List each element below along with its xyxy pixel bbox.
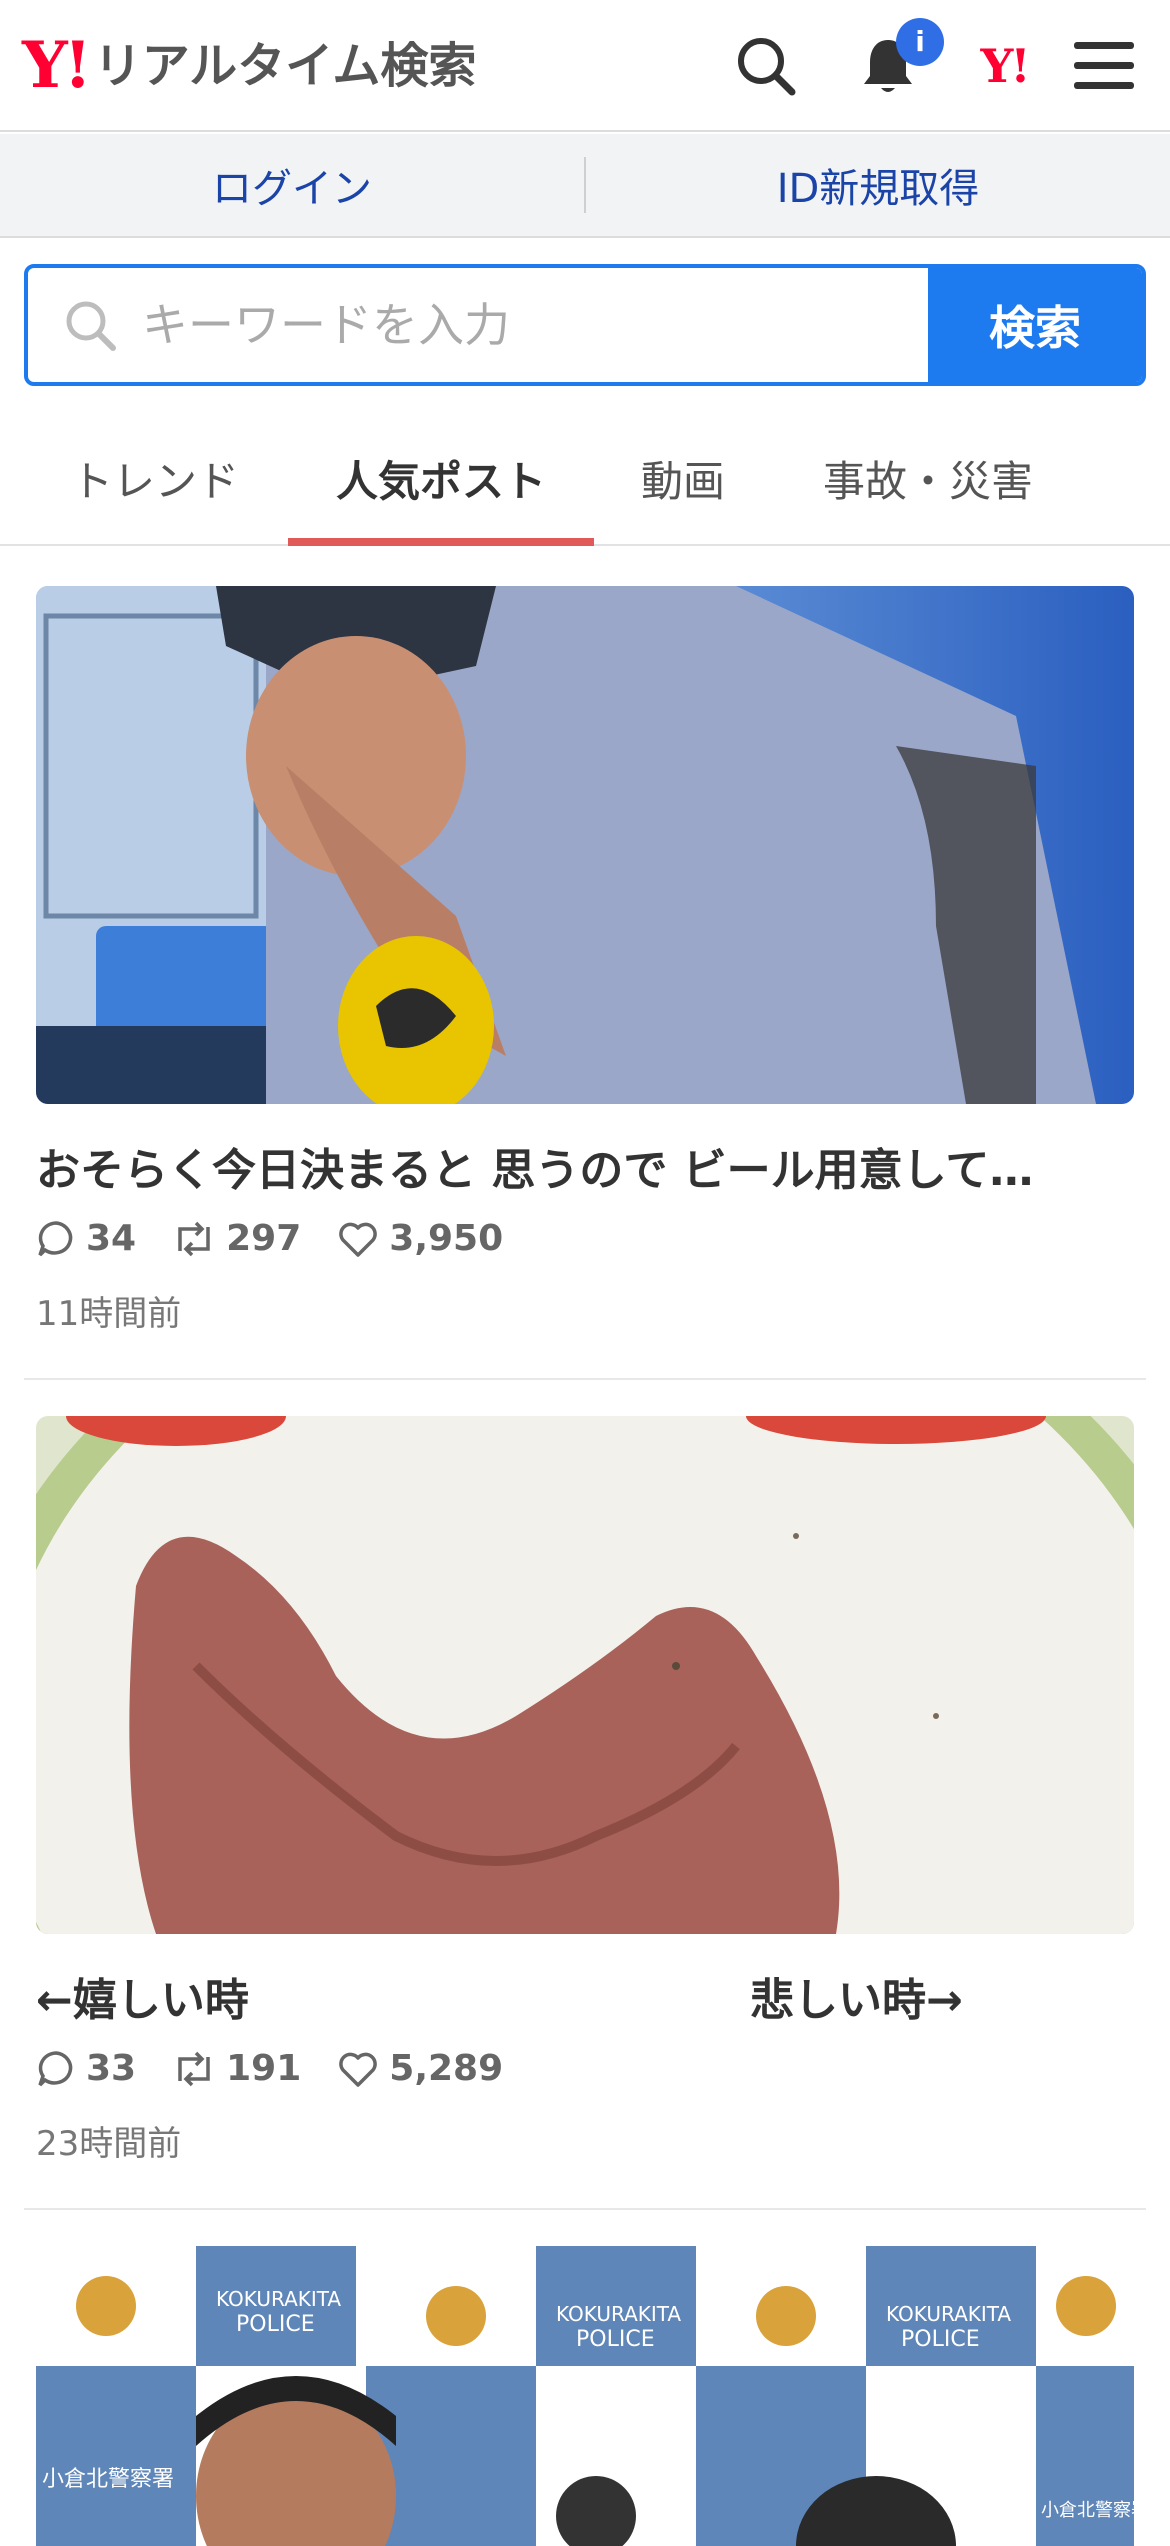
reply-count[interactable]: 33 — [36, 2048, 136, 2089]
like-count-value: 3,950 — [389, 1218, 504, 1259]
police-wall-text: POLICE — [901, 2327, 980, 2352]
reply-count-value: 33 — [86, 2048, 137, 2089]
post-title[interactable]: おそらく今日決まると 思うので ビール用意して… — [36, 1134, 1134, 1198]
post-image[interactable] — [36, 586, 1134, 1104]
yahoo-icon[interactable]: Y! — [966, 28, 1042, 104]
repost-count-value: 191 — [226, 2048, 302, 2089]
police-wall-text: KOKURAKITA — [886, 2302, 1011, 2326]
tab-bar: トレンド 人気ポスト 動画 事故・災害 — [0, 410, 1170, 546]
post-divider — [24, 2208, 1146, 2210]
repost-icon — [178, 1221, 210, 1256]
repost-count[interactable]: 297 — [172, 1218, 301, 1259]
post-timestamp: 11時間前 — [36, 1294, 182, 1334]
post-image[interactable]: KOKURAKITA POLICE KOKURAKITA POLICE KOKU… — [36, 2246, 1134, 2546]
police-wall-text: POLICE — [236, 2312, 315, 2337]
login-bar: ログイン ID新規取得 — [0, 134, 1170, 238]
search-field-icon — [66, 301, 116, 351]
repost-count[interactable]: 191 — [172, 2048, 301, 2089]
post-image[interactable] — [36, 1416, 1134, 1934]
police-wall-text: POLICE — [576, 2327, 655, 2352]
like-count[interactable]: 3,950 — [337, 1218, 503, 1259]
register-link[interactable]: ID新規取得 — [586, 156, 1170, 214]
heart-icon — [339, 2052, 378, 2087]
reply-icon — [38, 1220, 73, 1256]
yahoo-realtime-logo[interactable]: Y! リアルタイム検索 — [22, 30, 476, 102]
post-divider — [24, 1378, 1146, 1380]
post-stats: 34 297 3,950 — [36, 1218, 539, 1259]
tab-trend[interactable]: トレンド — [40, 410, 270, 546]
reply-icon — [38, 2050, 73, 2086]
police-wall-text: KOKURAKITA — [216, 2287, 341, 2311]
tab-popular-posts[interactable]: 人気ポスト — [288, 410, 594, 546]
menu-icon[interactable] — [1066, 28, 1142, 104]
post-title[interactable]: ←嬉しい時 悲しい時→ — [36, 1964, 1134, 2028]
notification-badge: i — [896, 18, 944, 66]
logo-title: リアルタイム検索 — [93, 38, 477, 94]
logo-mark: Y! — [22, 28, 92, 103]
repost-count-value: 297 — [226, 1218, 302, 1259]
search-form: 検索 — [24, 264, 1146, 386]
app-header: Y! リアルタイム検索 i Y! — [0, 0, 1170, 132]
police-wall-text: 小倉北警察署 — [42, 2467, 174, 2492]
like-count-value: 5,289 — [389, 2048, 504, 2089]
post-timestamp: 23時間前 — [36, 2124, 182, 2164]
login-link[interactable]: ログイン — [0, 156, 584, 214]
heart-icon — [339, 1222, 378, 1257]
search-field-wrap — [28, 268, 928, 382]
post-title-right: 悲しい時→ — [750, 1975, 963, 2026]
repost-icon — [178, 2051, 210, 2086]
post-title-left: ←嬉しい時 — [36, 1975, 249, 2026]
reply-count-value: 34 — [86, 1218, 137, 1259]
like-count[interactable]: 5,289 — [337, 2048, 503, 2089]
search-icon[interactable] — [728, 28, 804, 104]
yahoo-small-logo: Y! — [980, 39, 1030, 93]
active-tab-indicator — [288, 538, 594, 546]
police-wall-text: KOKURAKITA — [556, 2302, 681, 2326]
reply-count[interactable]: 34 — [36, 1218, 136, 1259]
tab-accident-disaster[interactable]: 事故・災害 — [800, 410, 1056, 546]
tab-video[interactable]: 動画 — [610, 410, 756, 546]
police-wall-text: 小倉北警察署 — [1041, 2500, 1134, 2521]
search-button[interactable]: 検索 — [928, 268, 1142, 382]
post-stats: 33 191 5,289 — [36, 2048, 539, 2089]
search-input[interactable] — [142, 298, 902, 352]
